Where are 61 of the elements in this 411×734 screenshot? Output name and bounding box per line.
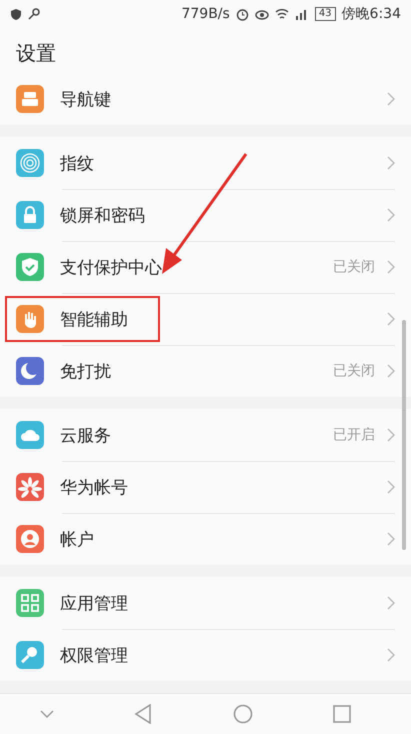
moon-icon (16, 357, 44, 385)
settings-row[interactable]: 华为帐号 (0, 461, 411, 513)
row-label: 免打扰 (60, 360, 112, 382)
lock-icon (16, 201, 44, 229)
alarm-icon (236, 8, 249, 20)
person-icon (16, 525, 44, 553)
shield-icon (10, 8, 22, 20)
eye-icon (254, 8, 269, 20)
chevron-right-icon (387, 92, 395, 106)
home-icon[interactable] (232, 704, 253, 724)
chevron-right-icon (387, 596, 395, 610)
row-label: 华为帐号 (60, 476, 129, 498)
clock-time: 傍晚6:34 (342, 5, 401, 23)
signal-icon (294, 8, 309, 20)
settings-row[interactable]: 免打扰 已关闭 (0, 345, 411, 397)
key-icon (16, 641, 44, 669)
chevron-right-icon (387, 648, 395, 662)
keyboard-icon (16, 85, 44, 113)
shield-check-icon (16, 253, 44, 281)
chevron-right-icon (387, 428, 395, 442)
row-status: 已关闭 (333, 362, 375, 380)
chevron-right-icon (387, 156, 395, 170)
settings-row[interactable]: 应用管理 (0, 577, 411, 629)
settings-row[interactable]: 权限管理 (0, 629, 411, 681)
cloud-icon (16, 421, 44, 449)
settings-row[interactable]: 锁屏和密码 (0, 189, 411, 241)
row-status: 已开启 (333, 426, 375, 444)
chevron-right-icon (387, 364, 395, 378)
settings-row[interactable]: 帐户 (0, 513, 411, 565)
row-label: 智能辅助 (60, 308, 129, 330)
settings-row[interactable]: 导航键 (0, 73, 411, 125)
row-label: 指纹 (60, 152, 95, 174)
row-label: 权限管理 (60, 644, 129, 666)
grid-icon (16, 589, 44, 617)
network-speed: 779B/s (181, 6, 230, 22)
row-label: 锁屏和密码 (60, 204, 146, 226)
row-status: 已关闭 (333, 258, 375, 276)
chevron-right-icon (387, 532, 395, 546)
hand-icon (16, 305, 44, 333)
row-label: 帐户 (60, 528, 95, 550)
chevron-right-icon (387, 480, 395, 494)
settings-row[interactable]: 智能辅助 (0, 293, 411, 345)
row-label: 支付保护中心 (60, 256, 163, 278)
chevron-right-icon (387, 312, 395, 326)
chevron-right-icon (387, 208, 395, 222)
petals-icon (16, 473, 44, 501)
fingerprint-icon (16, 149, 44, 177)
battery-level: 43 (314, 7, 336, 21)
wifi-icon (274, 8, 289, 20)
row-label: 云服务 (60, 424, 112, 446)
settings-row[interactable]: 云服务 已开启 (0, 409, 411, 461)
scrollbar-icon (402, 320, 406, 550)
recents-icon[interactable] (332, 705, 351, 723)
chevron-right-icon (387, 260, 395, 274)
key-icon (28, 8, 40, 20)
back-icon[interactable] (134, 704, 152, 724)
row-label: 应用管理 (60, 592, 129, 614)
page-title: 设置 (16, 40, 56, 66)
settings-row[interactable]: 指纹 (0, 137, 411, 189)
row-label: 导航键 (60, 88, 112, 110)
chevron-down-icon[interactable] (40, 710, 54, 718)
